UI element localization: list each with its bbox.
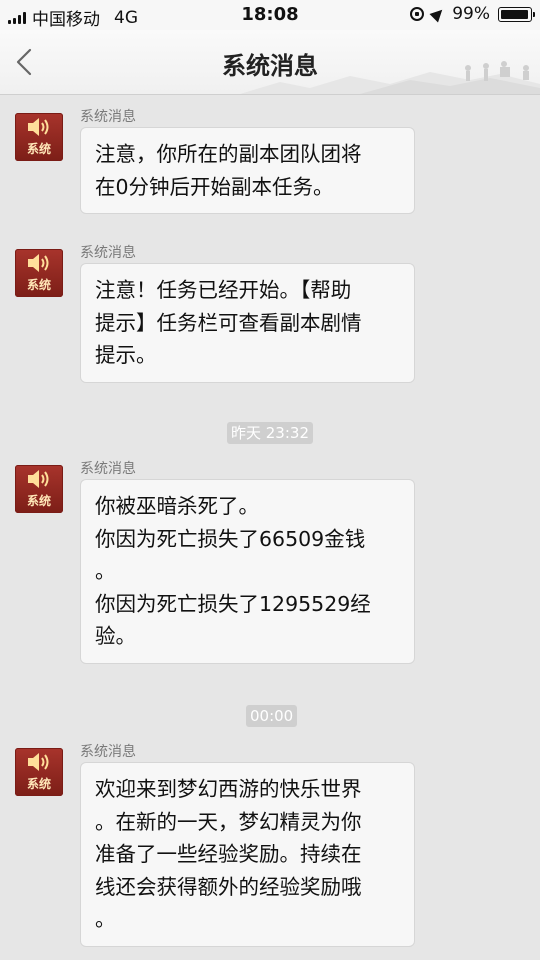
message-bubble[interactable]: 欢迎来到梦幻西游的快乐世界 。在新的一天，梦幻精灵为你 准备了一些经验奖励。持续… bbox=[80, 762, 415, 947]
avatar-label: 系统 bbox=[26, 777, 51, 791]
message-line: 线还会获得额外的经验奖励哦 bbox=[95, 874, 362, 899]
timestamp-divider: 昨天 23:32 bbox=[227, 422, 313, 444]
message-line: 欢迎来到梦幻西游的快乐世界 bbox=[95, 777, 362, 801]
message-line: 验。 bbox=[95, 624, 136, 648]
speaker-icon bbox=[28, 118, 49, 136]
battery-percent: 99% bbox=[452, 4, 490, 24]
avatar-label: 系统 bbox=[26, 142, 51, 156]
navigation-bar: 系统消息 bbox=[0, 30, 540, 95]
location-icon bbox=[429, 5, 447, 23]
message-bubble[interactable]: 注意！任务已经开始。【帮助 提示】任务栏可查看副本剧情 提示。 bbox=[80, 263, 415, 383]
message-line: 你被巫暗杀死了。 bbox=[95, 494, 259, 518]
sender-name: 系统消息 bbox=[80, 461, 136, 477]
sender-name: 系统消息 bbox=[80, 744, 136, 760]
battery-icon bbox=[498, 6, 535, 22]
speaker-icon bbox=[28, 254, 49, 272]
message-line: 在0分钟后开始副本任务。 bbox=[95, 174, 334, 199]
message-line: 提示】任务栏可查看副本剧情 bbox=[95, 310, 362, 335]
message-bubble[interactable]: 你被巫暗杀死了。 你因为死亡损失了66509金钱 。 你因为死亡损失了12955… bbox=[80, 479, 415, 664]
message-line: 注意，你所在的副本团队团将 bbox=[95, 142, 362, 166]
battery-fill bbox=[501, 9, 528, 19]
message-line: 你因为死亡损失了66509金钱 bbox=[95, 526, 366, 551]
system-avatar[interactable]: 系统 bbox=[15, 465, 63, 513]
page-title: 系统消息 bbox=[222, 52, 318, 80]
message-line: 。 bbox=[95, 559, 116, 583]
sender-name: 系统消息 bbox=[80, 109, 136, 125]
speaker-icon bbox=[28, 470, 49, 488]
rotation-lock-icon bbox=[410, 7, 425, 21]
speaker-icon bbox=[28, 753, 49, 771]
avatar-label: 系统 bbox=[26, 278, 51, 292]
status-bar: 中国移动 4G 18:08 99% bbox=[0, 0, 540, 30]
system-avatar[interactable]: 系统 bbox=[15, 748, 63, 796]
message-line: 。在新的一天，梦幻精灵为你 bbox=[95, 809, 362, 834]
system-avatar[interactable]: 系统 bbox=[15, 113, 63, 161]
system-avatar[interactable]: 系统 bbox=[15, 249, 63, 297]
message-line: 。 bbox=[95, 907, 116, 931]
message-line: 提示。 bbox=[95, 343, 157, 367]
message-line: 注意！任务已经开始。【帮助 bbox=[95, 278, 352, 302]
message-line: 准备了一些经验奖励。持续在 bbox=[95, 842, 362, 866]
timestamp-divider: 00:00 bbox=[246, 705, 298, 727]
avatar-label: 系统 bbox=[26, 494, 51, 508]
message-line: 你因为死亡损失了1295529经 bbox=[95, 591, 371, 616]
message-bubble[interactable]: 注意，你所在的副本团队团将 在0分钟后开始副本任务。 bbox=[80, 127, 415, 214]
sender-name: 系统消息 bbox=[80, 245, 136, 261]
